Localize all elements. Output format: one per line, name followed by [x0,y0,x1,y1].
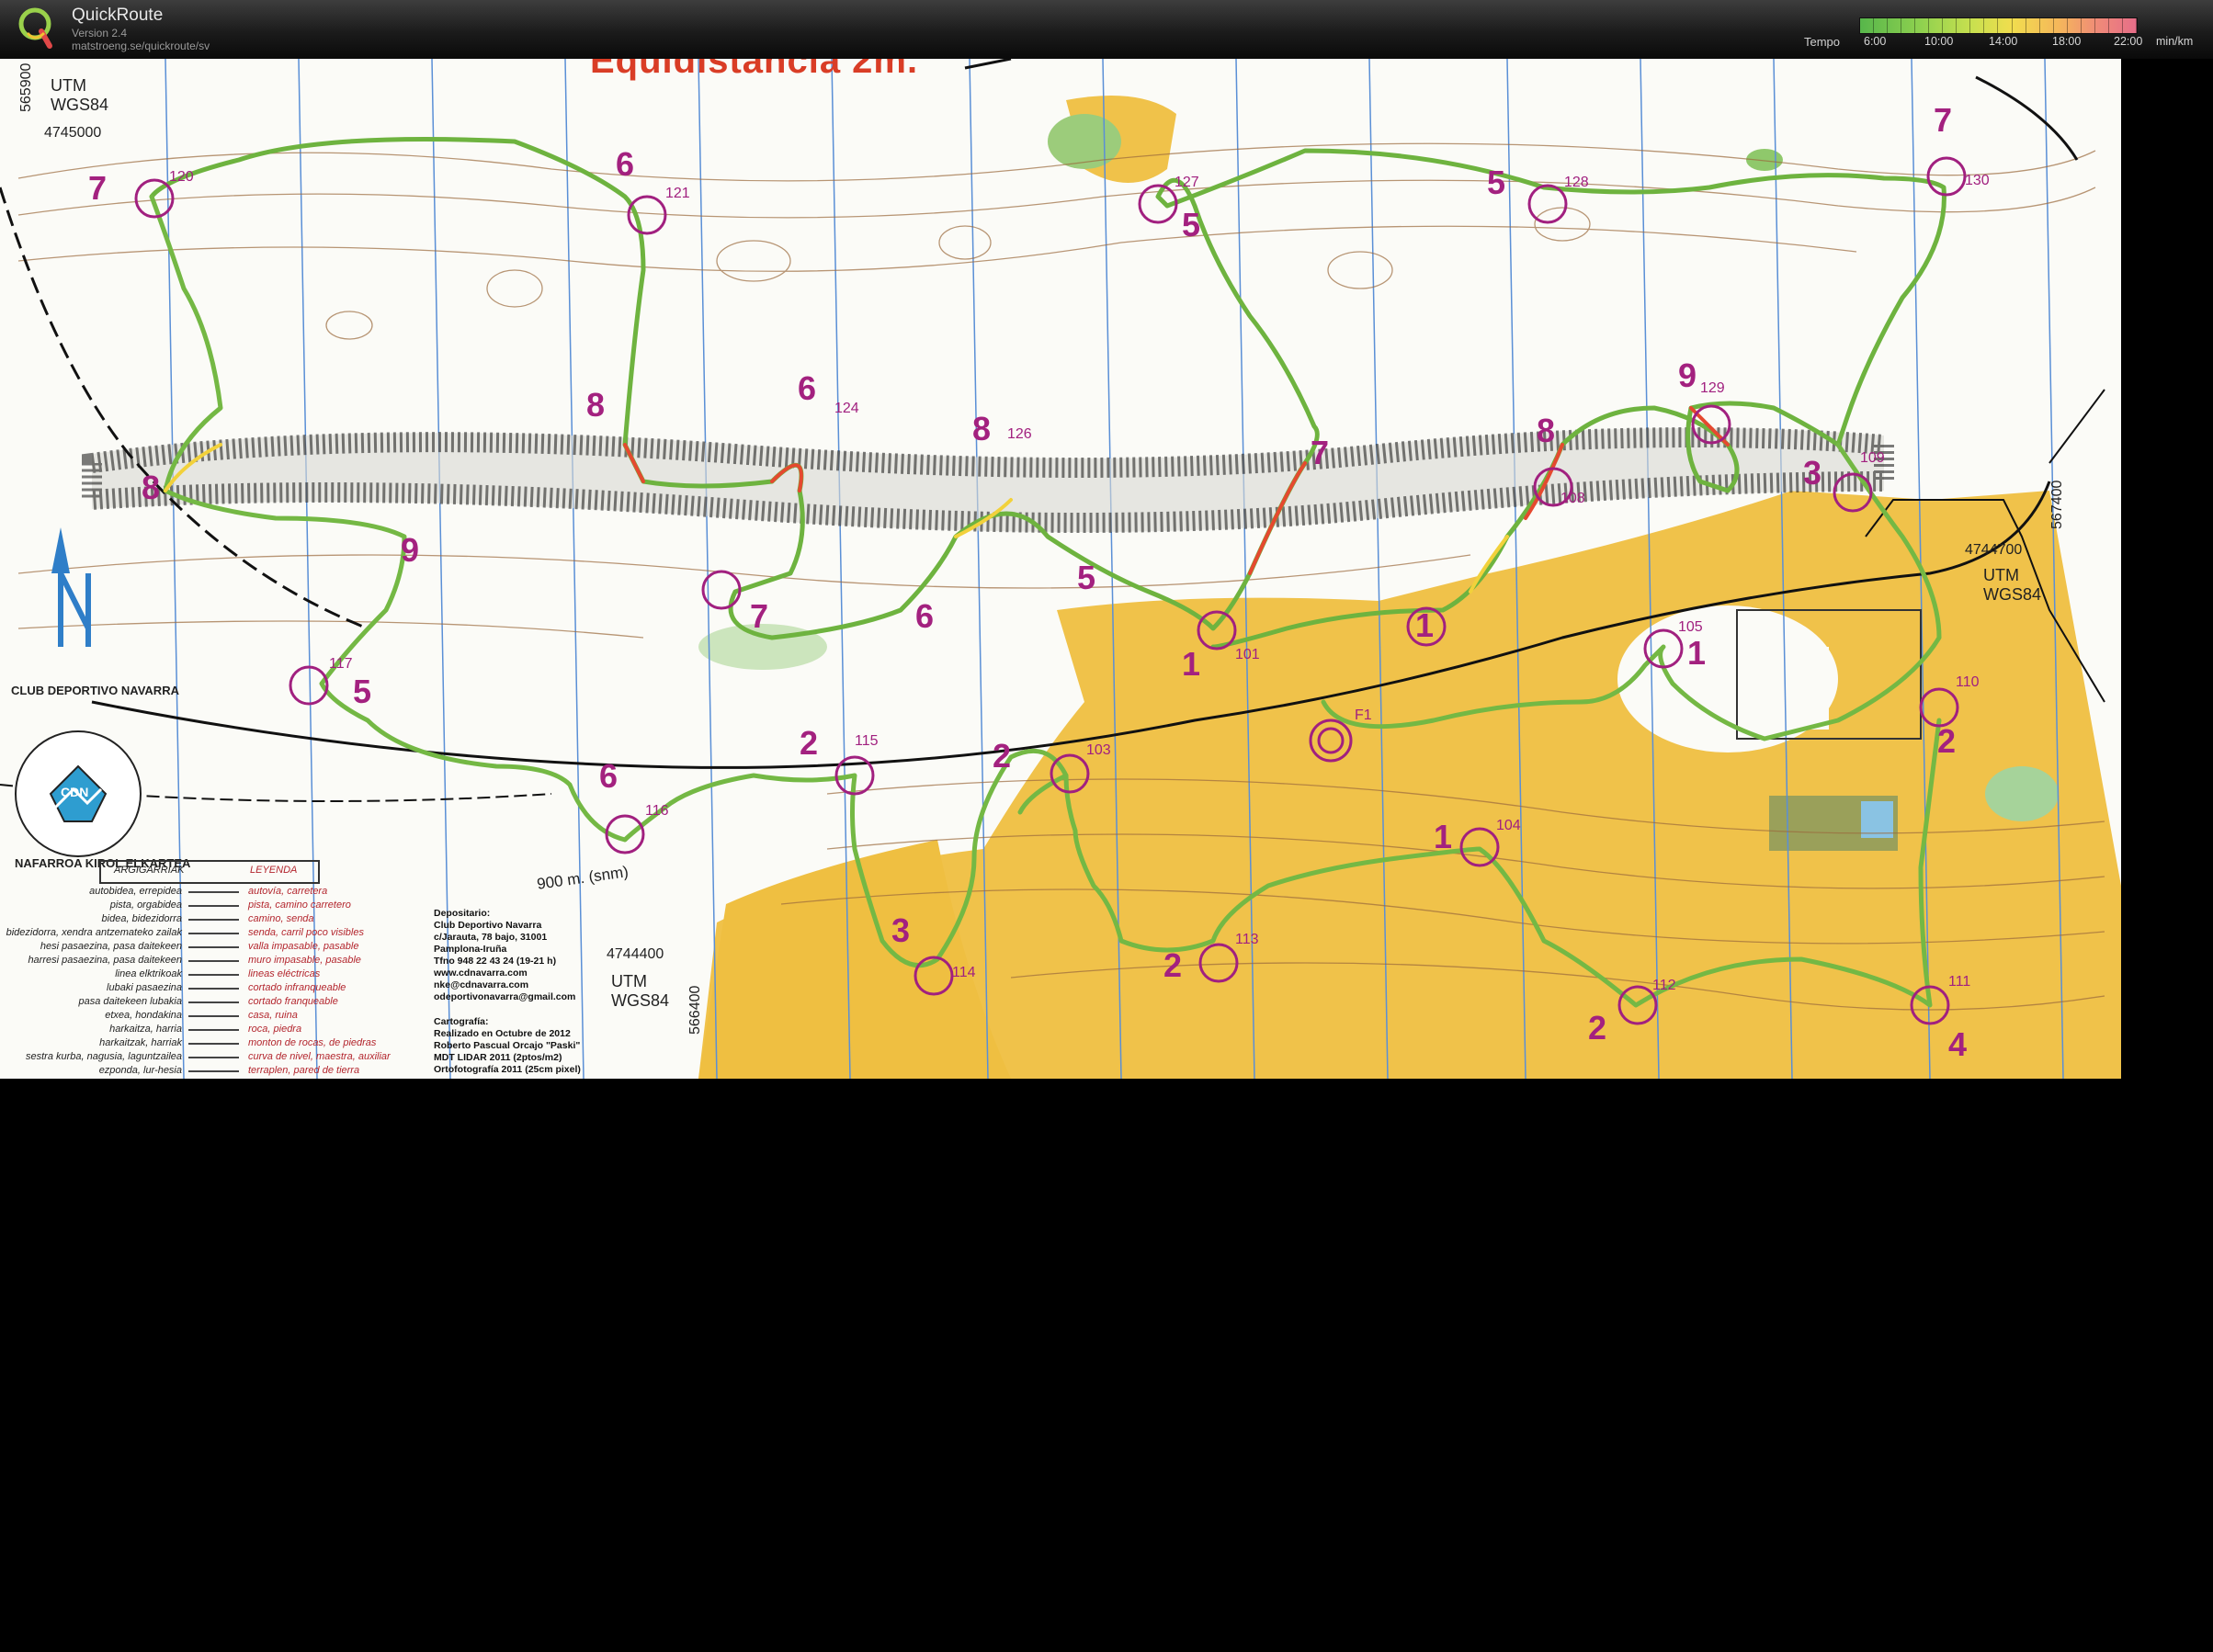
speed-color-scale[interactable] [1859,17,2138,34]
app-url[interactable]: matstroeng.se/quickroute/sv [72,40,210,52]
leg-number: 2 [1163,946,1183,984]
coord-north: 4744700 [1965,542,2023,558]
leg-number: 7 [750,597,769,635]
leg-number: 2 [1937,722,1957,760]
control-code[interactable]: 120 [169,169,194,186]
map-title: Equidistancia 2m. [590,59,919,81]
app-header: QuickRoute Version 2.4 matstroeng.se/qui… [0,0,2213,60]
utm-label: UTM WGS84 [51,76,109,114]
leg-number: 2 [800,724,819,762]
leg-number: 2 [993,737,1012,775]
leg-number: 4 [1948,1025,1968,1063]
coord-east: 567400 [2049,480,2065,529]
control-code[interactable]: 101 [1235,647,1260,663]
legend-row: autobidea, errepidea autovía, carretera [89,886,328,897]
club-name: CLUB DEPORTIVO NAVARRA [11,684,179,697]
leg-number: 7 [1934,101,1953,139]
legend-row: pista, orgabidea pista, camino carretero [109,900,351,911]
legend-row: hesi pasaezina, pasa daitekeen valla impa… [40,941,359,952]
scale-tick: 6:00 [1864,35,1887,48]
leg-number: 5 [1077,559,1096,596]
leg-number: 6 [616,145,635,183]
legend-row: lubaki pasaezina cortado infranqueable [107,982,346,993]
legend-row: bidea, bidezidorra camino, senda [101,913,314,924]
leg-number: 1 [1687,634,1707,672]
coord-east: 565900 [18,62,34,112]
control-code[interactable]: 126 [1007,426,1032,443]
app-version: Version 2.4 [72,27,128,40]
leg-number: 8 [972,410,992,447]
legend-row: bidezidorra, xendra antzemateko zailak se… [6,927,364,938]
legend-row: ezponda, lur-hesia terraplen, pared de ti… [98,1065,360,1076]
control-code[interactable]: 113 [1235,932,1259,948]
leg-number: 8 [586,386,606,424]
leg-number: 8 [1537,412,1556,449]
leg-number: 3 [891,911,911,949]
legend-row: pasa daitekeen lubakia cortado franqueabl… [78,996,338,1007]
leg-number: 5 [1182,206,1201,243]
leg-number: 9 [1678,356,1697,394]
leg-number: 5 [353,673,372,710]
legend-row: sestra kurba, nagusia, laguntzailea curva… [26,1051,391,1062]
speed-scale-label: Tempo [1804,35,1841,49]
scale-unit: min/km [2156,35,2194,48]
leg-number: 6 [599,757,619,795]
coord-east: 566400 [687,985,703,1035]
legend-row: linea elktrikoak lineas eléctricas [115,968,321,979]
control-code[interactable]: 114 [952,965,976,981]
coord-north: 4745000 [44,125,102,141]
control-code[interactable]: 117 [329,656,353,673]
coord-north: 4744400 [607,946,664,962]
control-code[interactable]: 127 [1175,175,1199,191]
leg-number: 3 [1803,454,1822,492]
leg-number: 8 [142,469,161,506]
control-code[interactable]: 104 [1496,818,1521,834]
leg-number: 1 [1434,818,1453,855]
legend-row: harkaitzak, harriak monton de rocas, de p… [99,1037,377,1048]
legend-row: etxea, hondakina casa, ruina [105,1010,298,1021]
control-code[interactable]: 103 [1086,742,1111,759]
control-code[interactable]: 129 [1700,380,1725,397]
control-code[interactable]: 128 [1564,175,1589,191]
leg-number: 2 [1588,1009,1607,1047]
leg-number: 7 [88,169,108,207]
leg-number: 6 [915,597,935,635]
scale-tick: 18:00 [2052,35,2082,48]
scale-tick: 10:00 [1924,35,1954,48]
control-code[interactable]: 121 [665,186,690,202]
start-label: F1 [1355,707,1372,723]
legend-header: ARGIGARRIAK LEYENDA [99,860,320,884]
control-code[interactable]: 110 [1956,674,1980,691]
control-code[interactable]: 111 [1948,974,1970,990]
scale-tick: 14:00 [1989,35,2018,48]
utm-label: UTM WGS84 [611,972,670,1010]
control-code[interactable]: 124 [834,401,859,417]
control-code[interactable]: 130 [1965,173,1990,189]
utm-label: UTM WGS84 [1983,566,2042,604]
leg-number: 1 [1415,606,1435,644]
control-code[interactable]: 109 [1860,450,1885,467]
orienteering-map[interactable]: Equidistancia 2m. UTM WGS84 4745000 5659… [0,59,2121,1079]
control-code[interactable]: 112 [1652,978,1676,994]
leg-number: 6 [798,369,817,407]
leg-number: 5 [1487,164,1506,201]
leg-number: 9 [401,531,420,569]
control-code[interactable]: 116 [645,803,669,820]
leg-number: 1 [1182,645,1201,683]
app-name: QuickRoute [72,6,164,25]
quickroute-logo-icon [17,6,55,51]
legend-row: harkaitza, harria roca, piedra [109,1024,302,1035]
club-initials: CDN [61,785,89,799]
map-credits: Depositario: Club Deportivo Navarra c/Ja… [434,908,581,1075]
leg-number: 7 [1311,434,1330,471]
legend-row: harresi pasaezina, pasa daitekeen muro im… [28,955,361,966]
scale-tick: 22:00 [2114,35,2143,48]
control-code[interactable]: 115 [855,733,879,750]
control-code[interactable]: 108 [1560,491,1585,507]
